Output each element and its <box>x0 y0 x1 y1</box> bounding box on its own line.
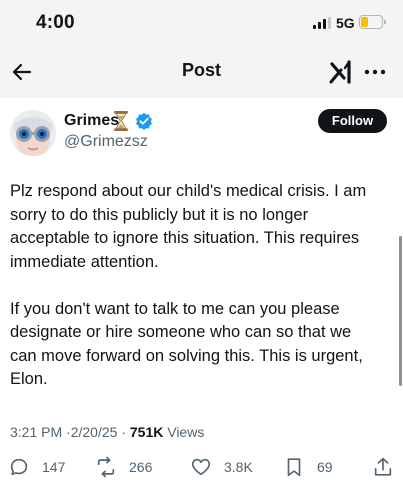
views-count[interactable]: 751K <box>130 424 163 440</box>
scroll-indicator[interactable] <box>399 236 402 386</box>
status-time: 4:00 <box>36 12 75 33</box>
grok-logo-icon <box>329 60 351 84</box>
more-options-button[interactable] <box>362 59 388 85</box>
verified-badge-icon <box>135 112 153 130</box>
repost-icon <box>97 456 115 478</box>
reply-count: 147 <box>42 459 66 475</box>
heart-icon <box>191 458 211 476</box>
avatar-image <box>10 110 56 156</box>
reply-icon <box>10 458 28 476</box>
tweet-line: If you don't want to talk to me can you … <box>10 299 340 318</box>
tweet-line: can move forward on solving this. This i… <box>10 346 363 365</box>
status-bar: 4:00 5G <box>0 0 403 46</box>
tweet-line: Elon. <box>10 370 48 388</box>
avatar[interactable] <box>10 110 56 156</box>
tweet-line: immediate attention. <box>10 252 159 271</box>
author-handle[interactable]: @Grimezsz <box>64 133 148 151</box>
bookmark-icon <box>287 458 301 477</box>
hourglass-icon <box>113 110 129 132</box>
more-options-icon <box>364 69 386 75</box>
post-time[interactable]: 3:21 PM <box>10 424 62 440</box>
bookmark-count: 69 <box>317 459 333 475</box>
share-icon <box>374 457 392 476</box>
tweet-meta: 3:21 PM ·2/20/25 · 751K Views <box>10 424 204 440</box>
post-header: Post <box>0 46 403 98</box>
tweet-line: sorry to do this publicly but it is no l… <box>10 205 309 224</box>
grok-button[interactable] <box>328 59 354 85</box>
author-name[interactable]: Grimes <box>64 112 119 130</box>
battery-nub <box>384 20 386 24</box>
bookmark-button[interactable]: 69 <box>283 452 333 482</box>
post-date[interactable]: 2/20/25 <box>71 424 118 440</box>
battery-level <box>361 17 368 27</box>
tweet-line: Plz respond about our child's medical cr… <box>10 182 367 200</box>
battery-icon <box>359 15 386 29</box>
share-button[interactable] <box>372 452 394 482</box>
repost-button[interactable]: 266 <box>95 452 152 482</box>
tweet-line: acceptable to ignore this situation. Thi… <box>10 229 360 247</box>
follow-button[interactable]: Follow <box>318 109 387 133</box>
reply-button[interactable]: 147 <box>8 452 65 482</box>
tweet-line: designate or hire someone who can so tha… <box>10 323 352 341</box>
post-screen: 4:00 5G Post Grimes @Grimezsz Follow Plz… <box>0 0 403 500</box>
meta-separator: · <box>121 424 126 440</box>
action-bar: 147 266 3.8K 69 <box>0 452 403 482</box>
repost-count: 266 <box>129 459 153 475</box>
like-button[interactable]: 3.8K <box>190 452 253 482</box>
like-count: 3.8K <box>224 459 253 475</box>
views-label: Views <box>167 424 205 440</box>
signal-bars-icon <box>313 17 331 29</box>
tweet-text: Plz respond about our child's medical cr… <box>10 180 400 392</box>
network-label: 5G <box>336 15 355 31</box>
